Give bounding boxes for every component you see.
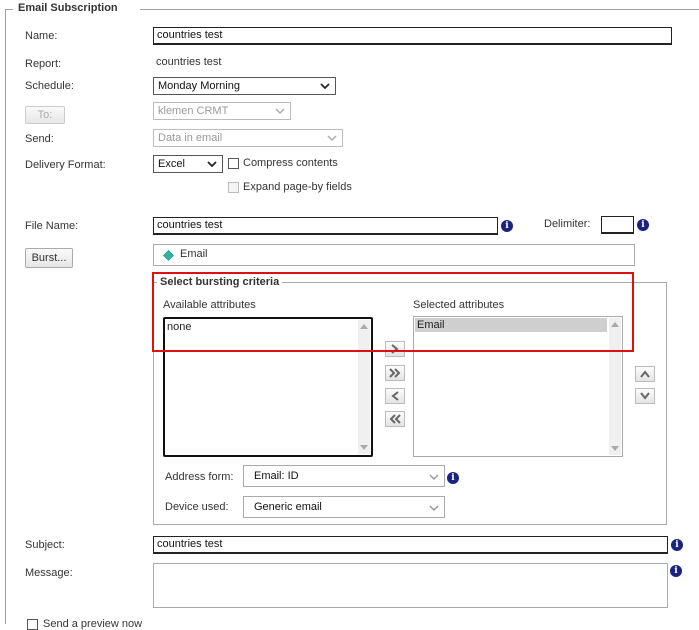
selected-attributes-label: Selected attributes <box>413 299 505 311</box>
schedule-select[interactable]: Monday Morning <box>153 77 336 95</box>
send-select[interactable]: Data in email <box>153 129 343 147</box>
name-input[interactable]: countries test <box>153 27 672 45</box>
info-icon[interactable]: i <box>447 472 459 484</box>
chevron-down-icon <box>275 108 285 115</box>
subject-input[interactable]: countries test <box>153 536 668 554</box>
to-button[interactable]: To: <box>25 106 65 124</box>
add-attribute-button[interactable] <box>385 341 405 357</box>
address-form-label: Address form: <box>165 471 234 483</box>
expand-page-by-label: Expand page-by fields <box>243 181 352 193</box>
schedule-value: Monday Morning <box>158 80 240 92</box>
fieldset-border <box>140 9 699 10</box>
arrow-up-icon <box>640 370 650 378</box>
move-down-button[interactable] <box>635 388 655 404</box>
name-label: Name: <box>25 30 58 42</box>
arrow-left-icon <box>391 391 399 401</box>
expand-page-by-checkbox[interactable] <box>228 182 239 193</box>
chevron-down-icon <box>327 135 337 142</box>
move-up-button[interactable] <box>635 366 655 382</box>
file-name-input[interactable]: countries test <box>153 217 498 235</box>
subject-label: Subject: <box>25 539 65 551</box>
chevron-down-icon <box>429 505 439 512</box>
report-value: countries test <box>156 56 222 68</box>
arrow-down-icon <box>611 446 619 451</box>
scrollbar[interactable] <box>358 320 370 454</box>
info-icon[interactable]: i <box>670 565 682 577</box>
to-select[interactable]: klemen CRMT <box>153 102 291 120</box>
delivery-format-value: Excel <box>158 158 185 170</box>
message-label: Message: <box>25 567 73 579</box>
address-form-value: Email: ID <box>254 470 299 482</box>
delivery-format-label: Delivery Format: <box>25 159 106 171</box>
send-preview-checkbox[interactable] <box>27 619 38 630</box>
available-attributes-label: Available attributes <box>163 299 256 311</box>
fieldset-border <box>5 9 13 10</box>
diamond-icon <box>163 250 174 261</box>
compress-contents-checkbox[interactable] <box>228 158 239 169</box>
double-arrow-right-icon <box>389 368 401 378</box>
list-item[interactable]: none <box>167 321 191 333</box>
remove-all-attributes-button[interactable] <box>385 411 405 427</box>
info-icon[interactable]: i <box>671 539 683 551</box>
arrow-up-icon <box>611 322 619 327</box>
device-used-label: Device used: <box>165 501 229 513</box>
report-label: Report: <box>25 58 62 70</box>
chevron-down-icon <box>429 474 439 481</box>
bursting-criteria-title: Select bursting criteria <box>157 276 283 288</box>
selected-attributes-list[interactable]: Email <box>413 316 623 457</box>
device-used-select[interactable]: Generic email <box>243 496 445 518</box>
message-textarea[interactable] <box>153 563 668 608</box>
list-item[interactable]: Email <box>415 318 607 332</box>
delivery-format-select[interactable]: Excel <box>153 155 223 173</box>
info-icon[interactable]: i <box>637 219 649 231</box>
send-value: Data in email <box>158 132 223 144</box>
compress-contents-label: Compress contents <box>243 157 338 169</box>
device-used-value: Generic email <box>254 501 322 513</box>
delimiter-input[interactable] <box>601 216 634 234</box>
burst-selected-label: Email <box>180 248 208 260</box>
add-all-attributes-button[interactable] <box>385 365 405 381</box>
fieldset-border-left <box>5 9 6 624</box>
to-value: klemen CRMT <box>158 105 229 117</box>
delimiter-label: Delimiter: <box>544 218 591 230</box>
available-attributes-list[interactable]: none <box>163 317 373 457</box>
chevron-down-icon <box>207 161 217 168</box>
arrow-right-icon <box>391 344 399 354</box>
burst-button[interactable]: Burst... <box>25 248 73 268</box>
info-icon[interactable]: i <box>501 220 513 232</box>
remove-attribute-button[interactable] <box>385 388 405 404</box>
file-name-label: File Name: <box>25 220 79 232</box>
arrow-down-icon <box>360 445 368 450</box>
arrow-down-icon <box>640 392 650 400</box>
send-label: Send: <box>25 133 54 145</box>
scrollbar[interactable] <box>609 318 621 455</box>
arrow-up-icon <box>360 324 368 329</box>
chevron-down-icon <box>320 83 330 90</box>
schedule-label: Schedule: <box>25 80 74 92</box>
burst-selected-field[interactable]: Email <box>153 244 635 266</box>
section-title: Email Subscription <box>14 2 122 14</box>
double-arrow-left-icon <box>389 414 401 424</box>
address-form-select[interactable]: Email: ID <box>243 465 445 487</box>
send-preview-label: Send a preview now <box>43 618 143 630</box>
